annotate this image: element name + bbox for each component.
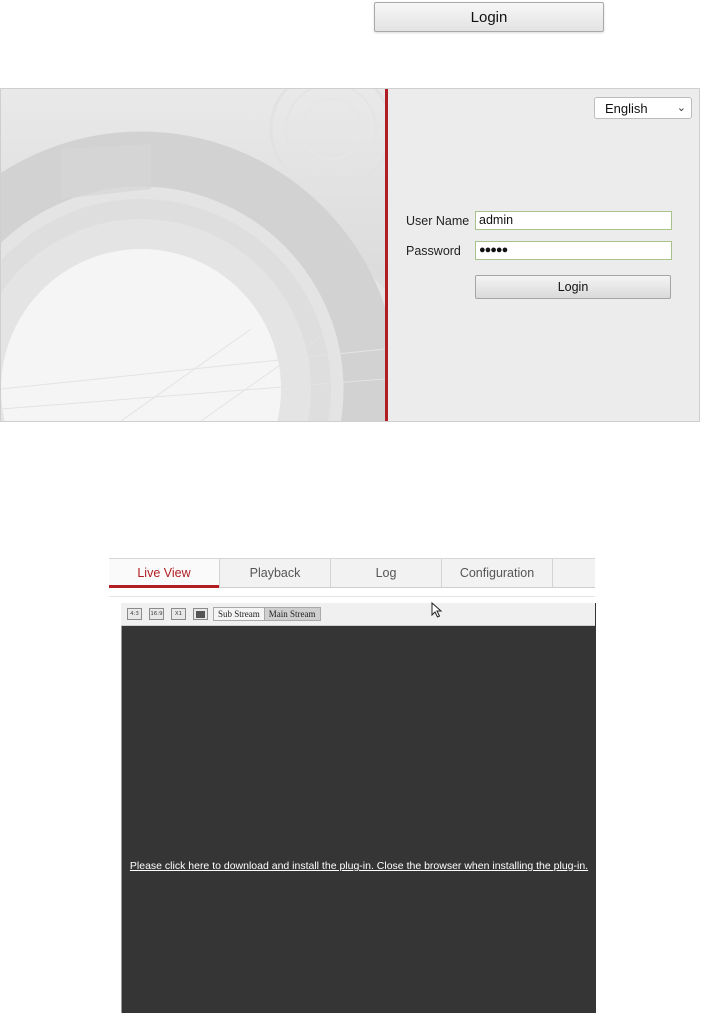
top-login-button[interactable]: Login <box>374 2 604 32</box>
stream-switch: Sub Stream Main Stream <box>213 607 321 621</box>
live-view-toolbar: 4:3 16:9 X1 Sub Stream Main Stream <box>121 603 595 626</box>
main-stream-button[interactable]: Main Stream <box>263 608 320 620</box>
tab-live-view[interactable]: Live View <box>109 559 220 588</box>
login-panel: English ⌄ User Name admin Password ●●●●●… <box>0 88 700 422</box>
banner-graphic <box>1 89 385 421</box>
login-form: English ⌄ User Name admin Password ●●●●●… <box>388 89 699 421</box>
main-tabs: Live View Playback Log Configuration <box>109 558 595 588</box>
web-client: Live View Playback Log Configuration Ple… <box>109 558 596 1013</box>
divider <box>109 596 595 597</box>
mouse-cursor-icon <box>431 602 443 618</box>
chevron-down-icon: ⌄ <box>676 102 686 114</box>
banner-image <box>1 89 385 421</box>
fullscreen-icon[interactable] <box>193 608 208 620</box>
login-button[interactable]: Login <box>475 275 671 299</box>
username-field[interactable]: admin <box>475 211 672 230</box>
video-viewer[interactable]: Please click here to download and instal… <box>121 603 596 1013</box>
username-label: User Name <box>406 214 470 228</box>
sub-stream-button[interactable]: Sub Stream <box>214 608 264 620</box>
language-select-value: English <box>605 100 648 116</box>
tab-playback[interactable]: Playback <box>220 559 331 587</box>
tab-configuration[interactable]: Configuration <box>442 559 553 587</box>
tab-log[interactable]: Log <box>331 559 442 587</box>
plugin-download-link[interactable]: Please click here to download and instal… <box>122 860 596 872</box>
language-select[interactable]: English ⌄ <box>594 97 692 119</box>
aspect-16-9-icon[interactable]: 16:9 <box>149 608 164 620</box>
aspect-4-3-icon[interactable]: 4:3 <box>127 608 142 620</box>
password-label: Password <box>406 244 461 258</box>
original-size-icon[interactable]: X1 <box>171 608 186 620</box>
password-field[interactable]: ●●●●● <box>475 241 672 260</box>
